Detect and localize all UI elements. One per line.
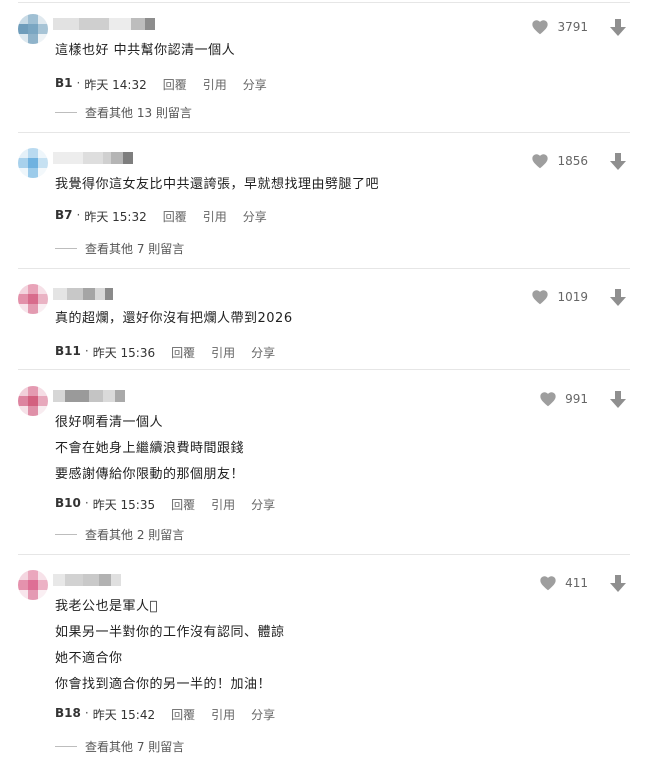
like-count: 411 — [565, 576, 588, 590]
comment-meta: B11 · 昨天 15:36 回覆 引用 分享 — [55, 344, 276, 361]
down-arrow-icon[interactable] — [610, 289, 626, 307]
heart-icon — [540, 576, 556, 591]
quote-button[interactable]: 引用 — [211, 496, 235, 513]
heart-icon — [540, 392, 556, 407]
timestamp: 昨天 15:36 — [92, 346, 156, 360]
share-button[interactable]: 分享 — [243, 208, 267, 225]
username-redacted[interactable] — [53, 150, 133, 166]
username-redacted[interactable] — [53, 388, 125, 404]
more-line — [55, 534, 77, 535]
floor-number: B10 — [55, 496, 81, 510]
more-line — [55, 248, 77, 249]
share-button[interactable]: 分享 — [251, 496, 275, 513]
comment-meta: B1 · 昨天 14:32 回覆 引用 分享 — [55, 76, 267, 93]
down-arrow-icon[interactable] — [610, 19, 626, 37]
share-button[interactable]: 分享 — [251, 344, 275, 361]
timestamp: 昨天 15:35 — [92, 498, 156, 512]
like-button[interactable]: 1856 — [531, 153, 588, 169]
floor-number: B11 — [55, 344, 81, 358]
like-count: 1019 — [557, 290, 588, 304]
like-count: 991 — [565, 392, 588, 406]
like-button[interactable]: 1019 — [531, 289, 588, 305]
reply-button[interactable]: 回覆 — [171, 706, 195, 723]
reply-button[interactable]: 回覆 — [163, 76, 187, 93]
avatar[interactable] — [18, 386, 48, 416]
down-arrow-icon[interactable] — [610, 153, 626, 171]
like-button[interactable]: 991 — [539, 391, 588, 407]
username-redacted[interactable] — [53, 572, 121, 588]
comment-text: 很好啊看清一個人 不會在她身上繼續浪費時間跟錢 要感謝傳給你限動的那個朋友！ — [55, 415, 245, 482]
comment-b11: 真的超爛，還好你沒有把爛人帶到2026 B11 · 昨天 15:36 回覆 引用… — [0, 284, 648, 364]
down-arrow-icon[interactable] — [610, 391, 626, 409]
reply-button[interactable]: 回覆 — [171, 496, 195, 513]
heart-icon — [532, 290, 549, 305]
timestamp: 昨天 15:42 — [92, 708, 156, 722]
more-line — [55, 112, 77, 113]
avatar[interactable] — [18, 570, 48, 600]
divider — [18, 554, 630, 555]
share-button[interactable]: 分享 — [251, 706, 275, 723]
like-count: 3791 — [557, 20, 588, 34]
more-replies-text: 查看其他 2 則留言 — [85, 528, 185, 542]
quote-button[interactable]: 引用 — [203, 208, 227, 225]
down-arrow-icon[interactable] — [610, 575, 626, 593]
reply-button[interactable]: 回覆 — [163, 208, 187, 225]
more-line — [55, 746, 77, 747]
more-replies-text: 查看其他 7 則留言 — [85, 740, 185, 754]
share-button[interactable]: 分享 — [243, 76, 267, 93]
floor-number: B1 — [55, 76, 73, 90]
quote-button[interactable]: 引用 — [211, 344, 235, 361]
username-redacted[interactable] — [53, 16, 155, 32]
comment-b18: 我老公也是軍人􏿽 如果另一半對你的工作沒有認同、體諒 她不適合你 你會找到適合你… — [0, 570, 648, 755]
comment-text: 真的超爛，還好你沒有把爛人帶到2026 — [55, 311, 293, 326]
timestamp: 昨天 15:32 — [84, 210, 147, 224]
reply-button[interactable]: 回覆 — [171, 344, 195, 361]
quote-button[interactable]: 引用 — [211, 706, 235, 723]
timestamp: 昨天 14:32 — [84, 78, 147, 92]
divider — [18, 132, 630, 133]
comment-meta: B18 · 昨天 15:42 回覆 引用 分享 — [55, 706, 276, 723]
like-button[interactable]: 411 — [539, 575, 588, 591]
view-more-replies[interactable]: 查看其他 7 則留言 — [55, 240, 184, 257]
avatar[interactable] — [18, 148, 48, 178]
top-divider — [18, 2, 630, 3]
comment-text: 我覺得你這女友比中共還誇張，早就想找理由劈腿了吧 — [55, 177, 380, 192]
floor-number: B7 — [55, 208, 73, 222]
comment-text: 這樣也好 中共幫你認清一個人 — [55, 43, 236, 58]
username-redacted[interactable] — [53, 286, 113, 302]
heart-icon — [532, 154, 549, 169]
comment-meta: B10 · 昨天 15:35 回覆 引用 分享 — [55, 496, 276, 513]
view-more-replies[interactable]: 查看其他 7 則留言 — [55, 738, 184, 755]
comment-text: 我老公也是軍人􏿽 如果另一半對你的工作沒有認同、體諒 她不適合你 你會找到適合你… — [55, 599, 285, 692]
floor-number: B18 — [55, 706, 81, 720]
like-count: 1856 — [557, 154, 588, 168]
divider — [18, 369, 630, 370]
heart-icon — [532, 20, 549, 35]
avatar[interactable] — [18, 284, 48, 314]
more-replies-text: 查看其他 13 則留言 — [85, 106, 192, 120]
comment-meta: B7 · 昨天 15:32 回覆 引用 分享 — [55, 208, 267, 225]
more-replies-text: 查看其他 7 則留言 — [85, 242, 185, 256]
comment-b10: 很好啊看清一個人 不會在她身上繼續浪費時間跟錢 要感謝傳給你限動的那個朋友！ B… — [0, 386, 648, 546]
comment-b1: 這樣也好 中共幫你認清一個人 B1 · 昨天 14:32 回覆 引用 分享 37… — [0, 14, 648, 124]
like-button[interactable]: 3791 — [531, 19, 588, 35]
divider — [18, 268, 630, 269]
quote-button[interactable]: 引用 — [203, 76, 227, 93]
comment-b7: 我覺得你這女友比中共還誇張，早就想找理由劈腿了吧 B7 · 昨天 15:32 回… — [0, 148, 648, 258]
view-more-replies[interactable]: 查看其他 13 則留言 — [55, 104, 192, 121]
view-more-replies[interactable]: 查看其他 2 則留言 — [55, 526, 184, 543]
avatar[interactable] — [18, 14, 48, 44]
